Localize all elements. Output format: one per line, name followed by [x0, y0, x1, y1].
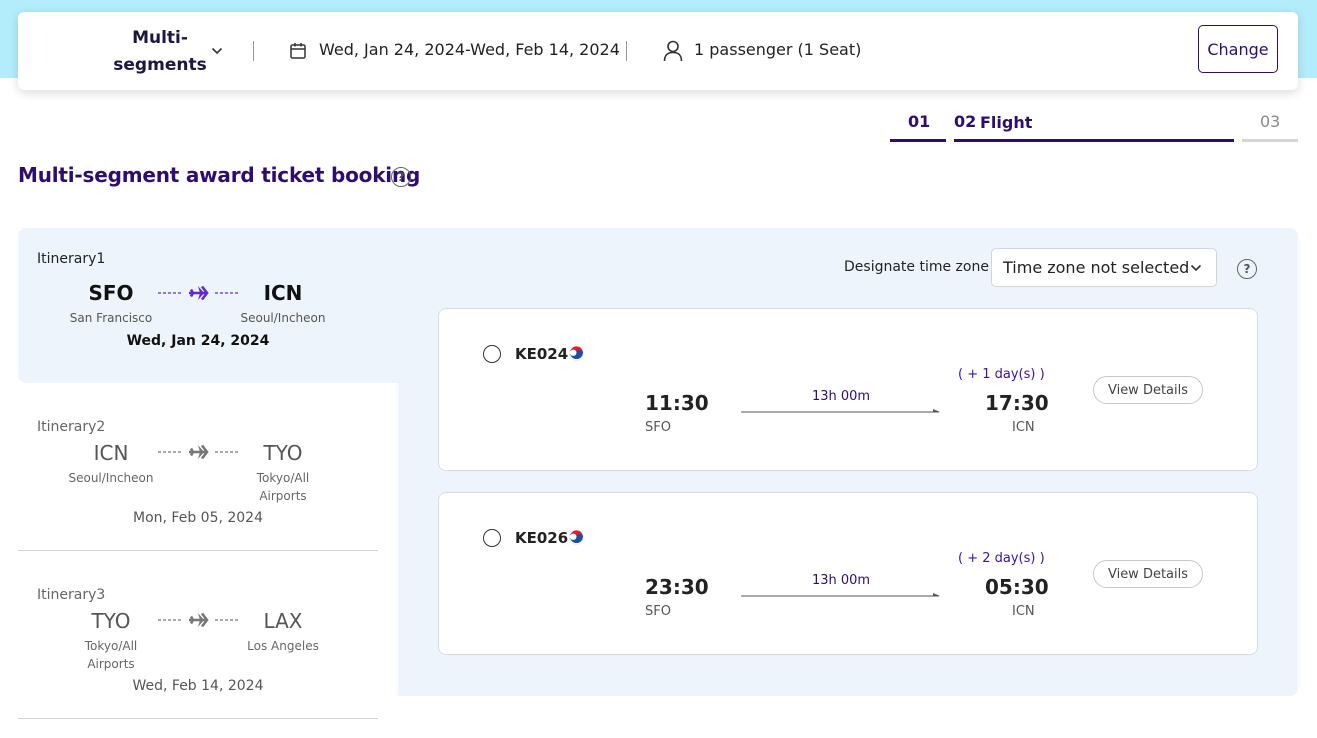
- step-1: 01: [890, 110, 946, 142]
- step-number: 03: [1260, 112, 1281, 131]
- travel-dates[interactable]: Wed, Jan 24, 2024-Wed, Feb 14, 2024: [319, 40, 620, 59]
- view-details-button[interactable]: View Details: [1093, 376, 1203, 404]
- airport-city: Seoul/Incheon: [240, 311, 326, 325]
- help-icon[interactable]: ?: [391, 167, 411, 187]
- itinerary-name: Itinerary2: [37, 419, 106, 435]
- airport-city: Tokyo/All Airports: [84, 639, 138, 671]
- destination-airport: TYO Tokyo/All Airports: [228, 441, 338, 505]
- airport-code: ICN: [263, 281, 303, 305]
- itinerary-name: Itinerary3: [37, 587, 106, 603]
- arrival-airport-code: ICN: [1012, 604, 1035, 619]
- departure-time: 11:30: [645, 391, 709, 415]
- itinerary-date: Wed, Feb 14, 2024: [132, 678, 264, 694]
- flight-number: KE026: [515, 529, 569, 547]
- itinerary-name: Itinerary1: [37, 251, 106, 267]
- divider: [253, 41, 254, 61]
- help-icon[interactable]: ?: [1237, 259, 1257, 279]
- flight-select-radio[interactable]: [483, 529, 501, 547]
- step-2: 02 Flight: [954, 110, 1234, 142]
- view-details-button[interactable]: View Details: [1093, 560, 1203, 588]
- origin-airport: SFO San Francisco: [56, 281, 166, 327]
- arrival-time: 05:30: [985, 575, 1049, 599]
- arrival-time: 17:30: [985, 391, 1049, 415]
- step-indicator-bar: [1242, 139, 1298, 142]
- airport-city: Seoul/Incheon: [68, 471, 154, 485]
- itinerary-tab-3[interactable]: Itinerary3 TYO Tokyo/All Airports LAX Lo…: [18, 551, 398, 719]
- divider: [626, 41, 627, 61]
- page-title: Multi-segment award ticket booking: [18, 163, 421, 187]
- itinerary-divider: [18, 718, 378, 719]
- arrival-day-offset: ( + 1 day(s) ): [958, 367, 1045, 382]
- step-number: 02: [954, 112, 977, 131]
- duration-arrow: [741, 593, 940, 597]
- airport-city: Tokyo/All Airports: [256, 471, 310, 503]
- destination-airport: ICN Seoul/Incheon: [228, 281, 338, 327]
- plane-icon: [158, 286, 238, 300]
- departure-airport-code: SFO: [645, 604, 671, 619]
- itinerary-date: Mon, Feb 05, 2024: [133, 510, 263, 526]
- itinerary-tab-2[interactable]: Itinerary2 ICN Seoul/Incheon TYO Tokyo/A…: [18, 383, 398, 551]
- step-indicator-bar: [954, 139, 1234, 142]
- airport-code: ICN: [93, 441, 129, 465]
- origin-airport: ICN Seoul/Incheon: [56, 441, 166, 487]
- step-number: 01: [908, 112, 931, 131]
- destination-airport: LAX Los Angeles: [228, 609, 338, 655]
- airport-code: SFO: [88, 281, 134, 305]
- itinerary-date: Wed, Jan 24, 2024: [126, 333, 270, 349]
- airport-city: Los Angeles: [247, 639, 319, 653]
- trip-type-label-line1: Multi-: [132, 28, 188, 48]
- departure-time: 23:30: [645, 575, 709, 599]
- arrival-airport-code: ICN: [1012, 420, 1035, 435]
- airport-city: San Francisco: [69, 311, 153, 325]
- plane-icon: [158, 445, 238, 459]
- trip-type-selector[interactable]: Multi- segments: [100, 25, 220, 79]
- itinerary-tab-1[interactable]: Itinerary1 SFO San Francisco ICN Seoul/I…: [18, 228, 398, 383]
- plane-icon: [158, 613, 238, 627]
- step-label: Flight: [980, 113, 1033, 132]
- trip-type-label-line2: segments: [113, 55, 207, 75]
- origin-airport: TYO Tokyo/All Airports: [56, 609, 166, 673]
- airport-code: TYO: [263, 441, 303, 465]
- change-search-button[interactable]: Change: [1198, 25, 1278, 73]
- arrival-day-offset: ( + 2 day(s) ): [958, 551, 1045, 566]
- duration-arrow: [741, 409, 940, 413]
- flight-option-card[interactable]: KE026 ( + 2 day(s) ) 23:30 SFO 13h 00m 0…: [438, 492, 1258, 655]
- timezone-selected-value: Time zone not selected: [1003, 258, 1190, 277]
- search-summary-bar: Multi- segments Wed, Jan 24, 2024-Wed, F…: [18, 12, 1298, 90]
- airport-code: TYO: [91, 609, 131, 633]
- step-3: 03: [1242, 110, 1298, 142]
- step-indicator-bar: [890, 139, 946, 142]
- chevron-down-icon: [1190, 264, 1202, 272]
- korean-air-logo-icon: [569, 530, 584, 545]
- person-icon: [663, 40, 683, 62]
- calendar-icon: [290, 43, 306, 59]
- departure-airport-code: SFO: [645, 420, 671, 435]
- passenger-count[interactable]: 1 passenger (1 Seat): [694, 40, 861, 59]
- timezone-select[interactable]: Time zone not selected: [991, 248, 1217, 287]
- flight-select-radio[interactable]: [483, 345, 501, 363]
- flight-duration: 13h 00m: [811, 389, 871, 404]
- korean-air-logo-icon: [569, 346, 584, 361]
- airport-code: LAX: [263, 609, 303, 633]
- flight-number: KE024: [515, 345, 569, 363]
- timezone-label: Designate time zone: [844, 259, 989, 275]
- flight-option-card[interactable]: KE024 ( + 1 day(s) ) 11:30 SFO 13h 00m 1…: [438, 308, 1258, 471]
- chevron-down-icon[interactable]: [211, 45, 223, 57]
- flight-duration: 13h 00m: [811, 573, 871, 588]
